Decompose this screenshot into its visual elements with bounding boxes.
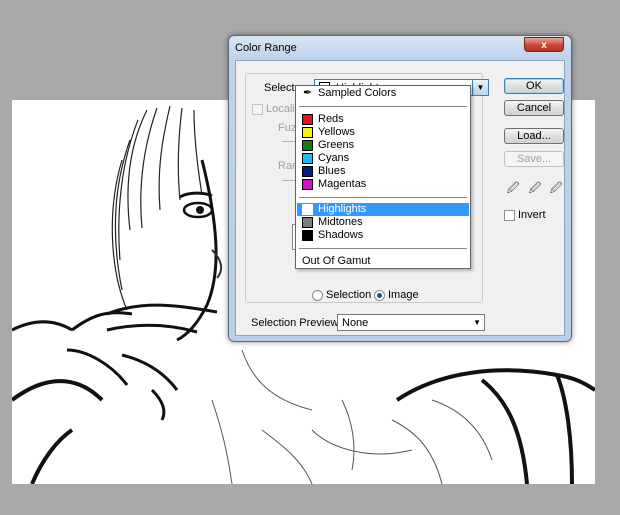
chevron-down-icon[interactable]: ▼ [472,80,488,95]
list-item-label: Reds [318,113,344,125]
list-item-cyans[interactable]: Cyans [297,152,469,165]
list-item-blues[interactable]: Blues [297,165,469,178]
list-item-label: Magentas [318,178,367,190]
selection-preview-label: Selection Preview: [251,317,342,329]
cyans-swatch [302,153,313,164]
selection-preview-value: None [342,317,369,329]
separator [299,197,467,198]
list-item-label: Shadows [318,229,364,241]
highlights-swatch [302,204,313,215]
fuzziness-slider[interactable] [282,141,296,142]
list-item-yellows[interactable]: Yellows [297,126,469,139]
eyedropper-icon: ✒ [303,87,313,99]
load-button[interactable]: Load... [504,128,564,144]
title-bar[interactable]: Color Range x [229,36,571,60]
dialog-title: Color Range [235,42,297,54]
list-item-midtones[interactable]: Midtones [297,216,469,229]
list-item-reds[interactable]: Reds [297,113,469,126]
select-label: Select: [264,82,298,94]
shadows-swatch [302,230,313,241]
chevron-down-icon: ▼ [473,318,481,327]
list-item-label: Yellows [318,126,355,138]
eyedropper-minus-icon[interactable]: 🖉 [549,181,563,195]
list-item-label: Out Of Gamut [302,255,371,267]
eyedropper-plus-icon[interactable]: 🖉 [528,181,542,195]
image-radio-label: Image [388,289,419,301]
ok-button[interactable]: OK [504,78,564,94]
list-item-label: Highlights [318,203,367,215]
greens-swatch [302,140,313,151]
midtones-swatch [302,217,313,228]
list-item-highlights[interactable]: Highlights [297,203,469,216]
reds-swatch [302,114,313,125]
selection-radio[interactable] [312,290,323,301]
yellows-swatch [302,127,313,138]
list-item-label: Greens [318,139,355,151]
eyedropper-icon[interactable]: 🖉 [506,181,520,195]
list-item-out-of-gamut[interactable]: Out Of Gamut [297,255,469,268]
localize-checkbox[interactable] [252,104,263,115]
selection-radio-label: Selection [326,289,372,301]
list-item-label: Midtones [318,216,363,228]
select-dropdown-list: ✒ Sampled Colors Reds Yellows Greens Cya… [295,85,471,269]
list-item-label: Cyans [318,152,350,164]
cancel-button[interactable]: Cancel [504,100,564,116]
list-item-magentas[interactable]: Magentas [297,178,469,191]
separator [299,248,467,249]
blues-swatch [302,166,313,177]
separator [299,106,467,107]
selection-preview-dropdown[interactable]: None ▼ [337,314,485,331]
list-item-shadows[interactable]: Shadows [297,229,469,242]
list-item-sampled-colors[interactable]: ✒ Sampled Colors [297,87,469,100]
list-item-label: Blues [318,165,346,177]
magentas-swatch [302,179,313,190]
range-slider[interactable] [282,180,296,181]
image-radio[interactable] [374,290,385,301]
invert-checkbox[interactable] [504,210,515,221]
list-item-label: Sampled Colors [318,87,397,99]
save-button[interactable]: Save... [504,151,564,167]
list-item-greens[interactable]: Greens [297,139,469,152]
close-button[interactable]: x [524,37,564,52]
invert-label: Invert [518,209,546,221]
